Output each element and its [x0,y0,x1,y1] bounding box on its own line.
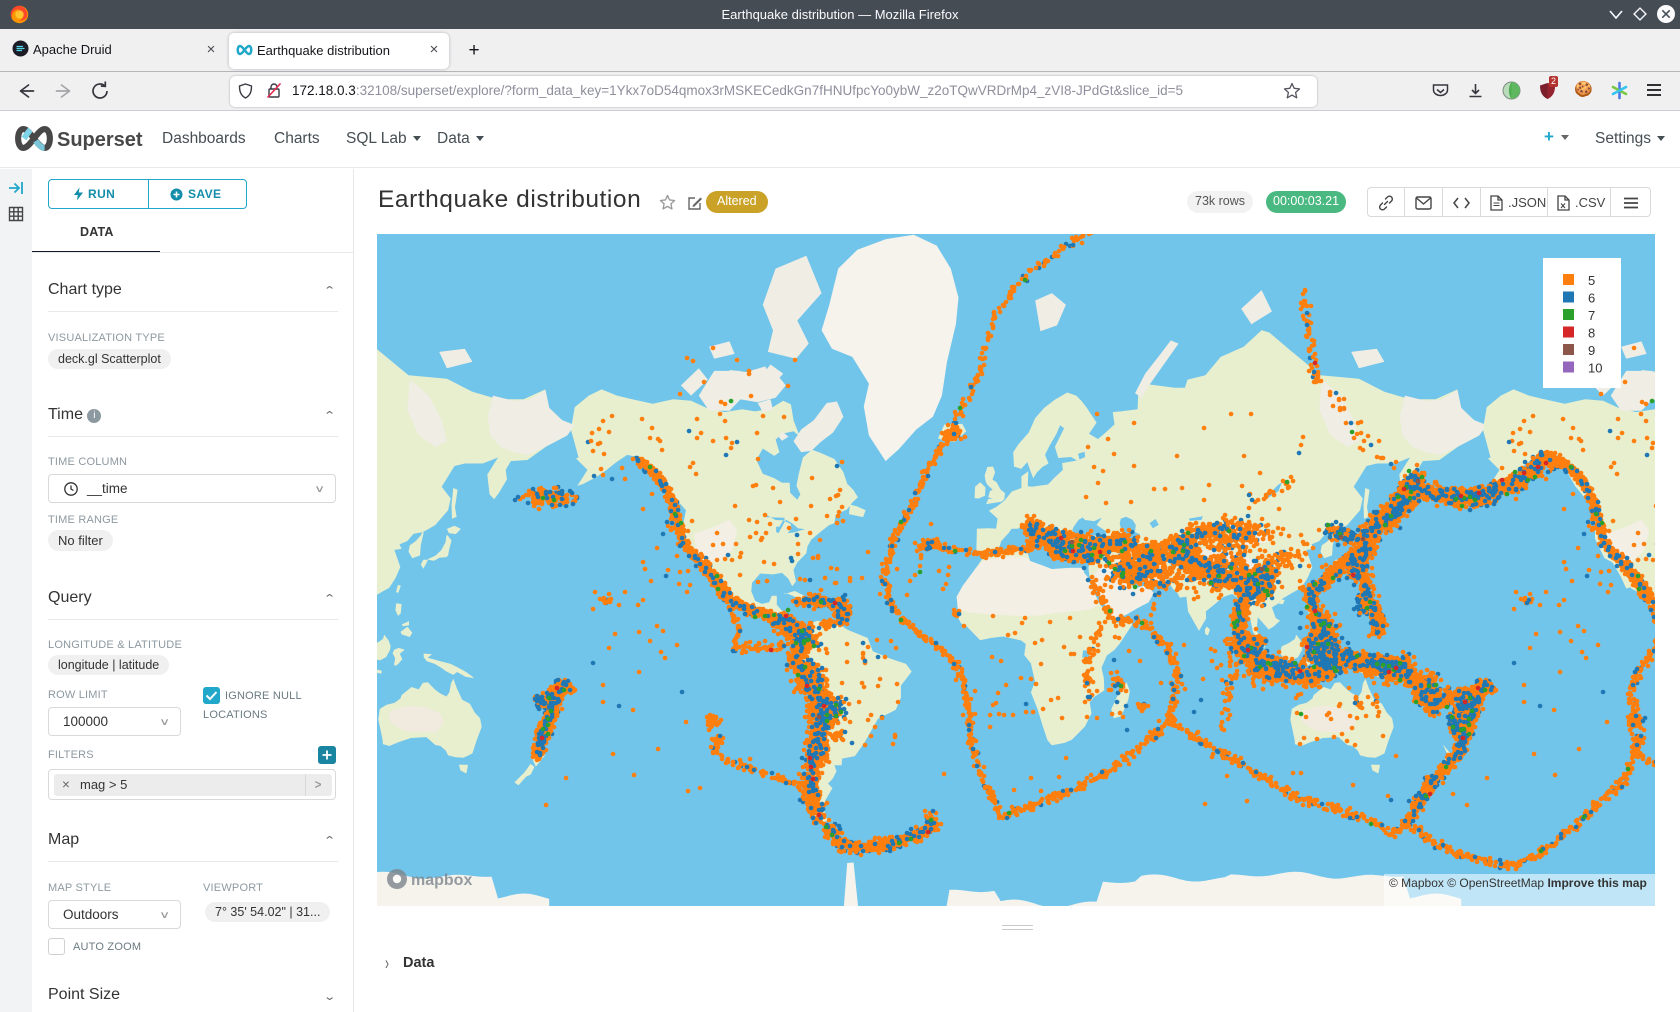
svg-text:9: 9 [1588,343,1595,358]
svg-text:10: 10 [1588,361,1602,376]
svg-text:5: 5 [1588,273,1595,288]
svg-text:mapbox: mapbox [411,872,472,889]
svg-text:6: 6 [1588,291,1595,306]
svg-text:8: 8 [1588,326,1595,341]
svg-text:7: 7 [1588,308,1595,323]
svg-text:© Mapbox © OpenStreetMap Impro: © Mapbox © OpenStreetMap Improve this ma… [1389,876,1647,890]
